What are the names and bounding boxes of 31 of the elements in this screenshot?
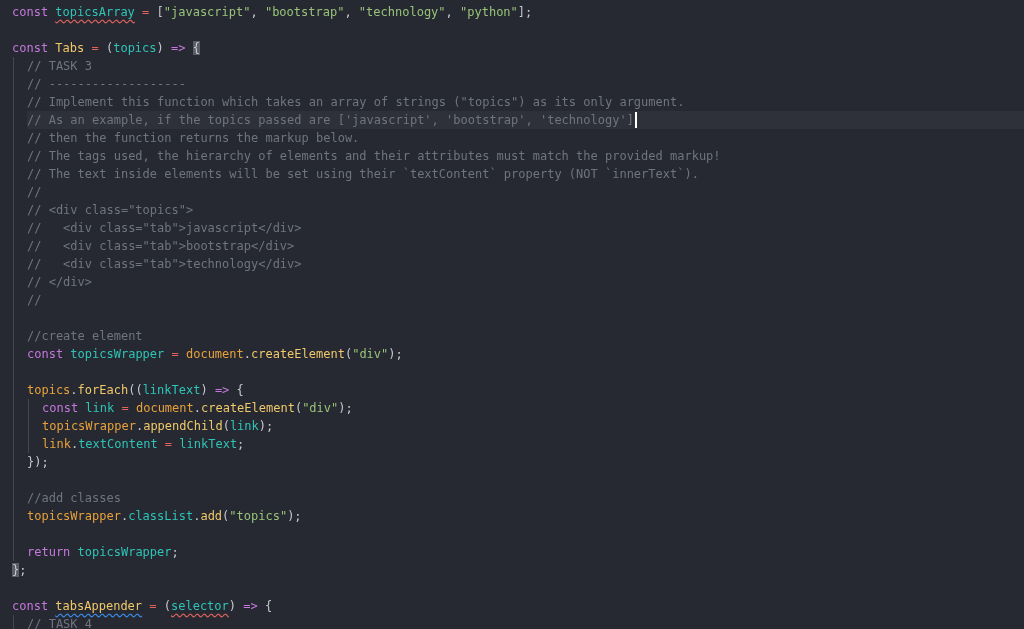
code-line: // The tags used, the hierarchy of elements and their attributes must match the provided markup!: [27, 148, 721, 165]
code-line: // then the function returns the markup below.: [27, 130, 360, 147]
code-line: };: [12, 562, 27, 579]
code-line: });: [27, 454, 49, 471]
code-line: const topicsArray = ["javascript", "bootstrap", "technology", "python"];: [12, 4, 533, 21]
code-line: topicsWrapper.appendChild(link);: [42, 418, 274, 435]
code-line: // The text inside elements will be set using their `textContent` property (NOT `innerText`).: [27, 166, 699, 183]
code-line: // <div class="tab">javascript</div>: [27, 220, 302, 237]
code-line: //: [27, 184, 42, 201]
code-line: const tabsAppender = (selector) => {: [12, 598, 273, 615]
code-line: topicsWrapper.classList.add("topics");: [27, 508, 302, 525]
code-line: topics.forEach((linkText) => {: [27, 382, 244, 399]
code-line: // </div>: [27, 274, 93, 291]
text-cursor: [634, 112, 637, 128]
code-line: const Tabs = (topics) => {: [12, 40, 200, 57]
code-line: // As an example, if the topics passed are ['javascript', 'bootstrap', 'technology']: [27, 112, 634, 129]
code-line: const link = document.createElement("div");: [42, 400, 353, 417]
code-line: // TASK 3: [27, 58, 93, 75]
code-line: // <div class="tab">technology</div>: [27, 256, 302, 273]
code-line: // TASK 4: [27, 616, 93, 629]
code-line: // <div class="topics">: [27, 202, 194, 219]
code-line: //add classes: [27, 490, 121, 507]
code-line: const topicsWrapper = document.createElement("div");: [27, 346, 403, 363]
code-line: return topicsWrapper;: [27, 544, 179, 561]
code-line: //create element: [27, 328, 143, 345]
code-line: // -------------------: [27, 76, 186, 93]
code-line: link.textContent = linkText;: [42, 436, 245, 453]
code-line: //: [27, 292, 42, 309]
code-line: // <div class="tab">bootstrap</div>: [27, 238, 295, 255]
code-line: // Implement this function which takes an array of strings ("topics") as its only argument.: [27, 94, 685, 111]
code-editor[interactable]: [0, 0, 1024, 629]
